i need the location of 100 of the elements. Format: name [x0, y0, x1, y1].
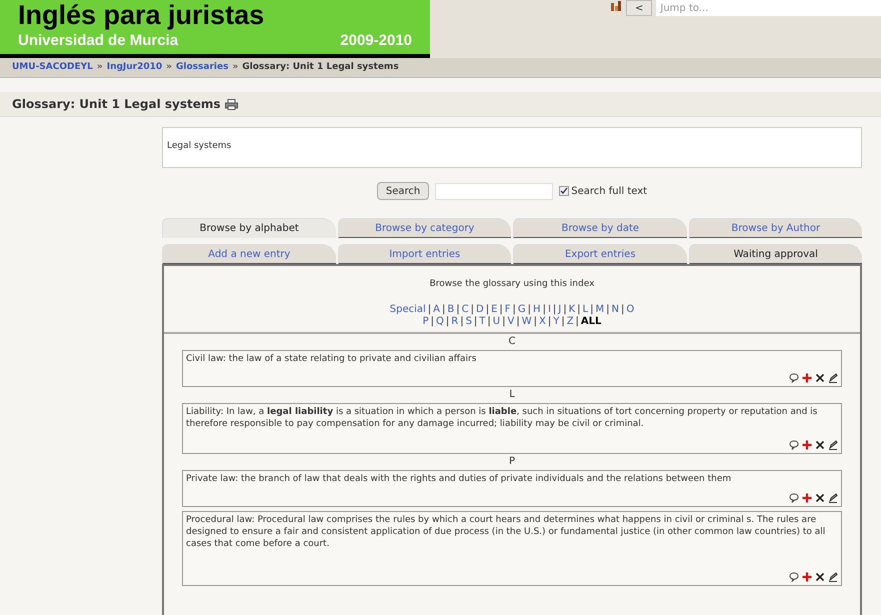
tab[interactable]: Export entries: [513, 244, 686, 264]
index-letter[interactable]: I: [548, 304, 551, 314]
breadcrumb-item[interactable]: IngJur2010: [106, 60, 162, 74]
index-separator: |: [460, 316, 464, 326]
index-separator: |: [516, 316, 520, 326]
tab[interactable]: Browse by category: [338, 218, 511, 238]
print-icon[interactable]: [224, 98, 238, 110]
back-button[interactable]: <: [626, 0, 652, 16]
index-letter[interactable]: N: [612, 304, 619, 314]
index-separator: |: [512, 304, 516, 314]
add-icon[interactable]: [802, 440, 812, 450]
breadcrumb-separator: »: [166, 60, 172, 74]
comment-icon[interactable]: [789, 572, 799, 582]
index-separator: |: [606, 304, 610, 314]
index-letter[interactable]: T: [479, 316, 486, 326]
letter-heading: C: [508, 334, 516, 348]
breadcrumb-item: Glossary: Unit 1 Legal systems: [242, 60, 399, 74]
index-letter[interactable]: Y: [553, 316, 560, 326]
index-separator: |: [563, 304, 567, 314]
tab[interactable]: Waiting approval: [688, 244, 862, 264]
index-letter[interactable]: C: [462, 304, 469, 314]
index-separator: |: [499, 304, 503, 314]
banner-subtitle: Universidad de Murcia: [18, 31, 178, 51]
index-letter[interactable]: U: [492, 316, 500, 326]
index-letter[interactable]: ALL: [580, 316, 602, 326]
entry-text: Liability: In law, a legal liability is a situation in which a person is liable, such in situations of tort concerning property or reputation and is therefore responsible to pay compensation for any damage incurred; liability may be civil or criminal.: [186, 406, 818, 430]
index-letter[interactable]: V: [507, 316, 514, 326]
chart-icon[interactable]: [610, 0, 622, 12]
add-icon[interactable]: [802, 572, 812, 582]
index-separator: |: [577, 304, 581, 314]
index-letter[interactable]: E: [491, 304, 498, 314]
edit-icon[interactable]: [828, 372, 838, 382]
full-text-checkbox[interactable]: [559, 186, 570, 196]
tab[interactable]: Browse by alphabet: [162, 218, 336, 238]
index-separator: |: [561, 316, 565, 326]
index-separator: |: [486, 304, 490, 314]
index-letter[interactable]: Z: [566, 316, 574, 326]
tab[interactable]: Import entries: [338, 244, 511, 264]
delete-icon[interactable]: [815, 492, 825, 502]
add-icon[interactable]: [802, 492, 812, 502]
index-separator: |: [576, 316, 579, 326]
tab[interactable]: Browse by Author: [688, 218, 862, 238]
index-separator: |: [528, 304, 532, 314]
search-field[interactable]: [435, 182, 554, 200]
index-letter[interactable]: A: [433, 304, 440, 314]
index-letter[interactable]: S: [466, 316, 472, 326]
description-box: Legal systems: [162, 127, 862, 168]
index-separator: |: [487, 316, 491, 326]
delete-icon[interactable]: [815, 572, 825, 582]
breadcrumb-separator: »: [232, 60, 238, 74]
breadcrumb-separator: »: [96, 60, 103, 74]
index-letter[interactable]: F: [504, 304, 511, 314]
full-text-label: Search full text: [571, 184, 648, 198]
index-letter[interactable]: Q: [436, 316, 444, 326]
index-separator: |: [474, 316, 478, 326]
index-separator: |: [470, 304, 474, 314]
index-separator: |: [442, 304, 446, 314]
index-letter[interactable]: W: [522, 316, 532, 326]
entry-text: Civil law: the law of a state relating to private and civilian affairs: [186, 352, 478, 364]
search-button[interactable]: Search: [376, 182, 430, 200]
index-letter[interactable]: H: [533, 304, 541, 314]
breadcrumb-item[interactable]: UMU-SACODEYL: [12, 60, 93, 74]
edit-icon[interactable]: [828, 492, 838, 502]
letter-heading: L: [509, 388, 515, 402]
index-letter[interactable]: K: [568, 304, 576, 314]
index-letter[interactable]: R: [451, 316, 458, 326]
entry-text: Private law: the branch of law that deals with the rights and duties of private individuals and the relations between them: [186, 472, 732, 484]
comment-icon[interactable]: [789, 372, 799, 382]
index-letter[interactable]: G: [518, 304, 526, 314]
index-separator: |: [620, 304, 624, 314]
index-separator: |: [430, 316, 434, 326]
index-separator: |: [446, 316, 450, 326]
delete-icon[interactable]: [815, 440, 825, 450]
index-heading: Browse the glossary using this index: [430, 278, 594, 291]
index-letter[interactable]: L: [582, 304, 588, 314]
index-letter[interactable]: B: [447, 304, 454, 314]
entry-text: Procedural law: Procedural law comprises the rules by which a court hears and determines what happens in civil or criminal s. The rules are designed to ensure a fair and consistent application of due process (in the U.S.) or fundamental justice (in other common law countries) to all cases that come before a court.: [186, 514, 826, 550]
add-icon[interactable]: [802, 372, 812, 382]
tab[interactable]: Browse by date: [513, 218, 686, 238]
letter-heading: P: [508, 454, 516, 468]
comment-icon[interactable]: [789, 440, 799, 450]
index-letter[interactable]: M: [595, 304, 604, 314]
tab[interactable]: Add a new entry: [162, 244, 336, 264]
edit-icon[interactable]: [828, 572, 838, 582]
index-letter[interactable]: Special: [390, 304, 426, 314]
delete-icon[interactable]: [815, 372, 825, 382]
index-letter[interactable]: P: [422, 316, 429, 326]
index-letter[interactable]: O: [626, 304, 634, 314]
index-separator: |: [552, 304, 556, 314]
index-letter[interactable]: X: [538, 316, 546, 326]
index-separator: |: [542, 304, 546, 314]
breadcrumb-item[interactable]: Glossaries: [176, 60, 228, 74]
index-letter[interactable]: D: [476, 304, 484, 314]
comment-icon[interactable]: [789, 492, 799, 502]
index-separator: |: [502, 316, 506, 326]
index-separator: |: [456, 304, 460, 314]
page-title: Glossary: Unit 1 Legal systems: [12, 96, 221, 113]
index-letter[interactable]: J: [558, 304, 562, 314]
banner-years: 2009-2010: [340, 31, 412, 51]
edit-icon[interactable]: [828, 440, 838, 450]
